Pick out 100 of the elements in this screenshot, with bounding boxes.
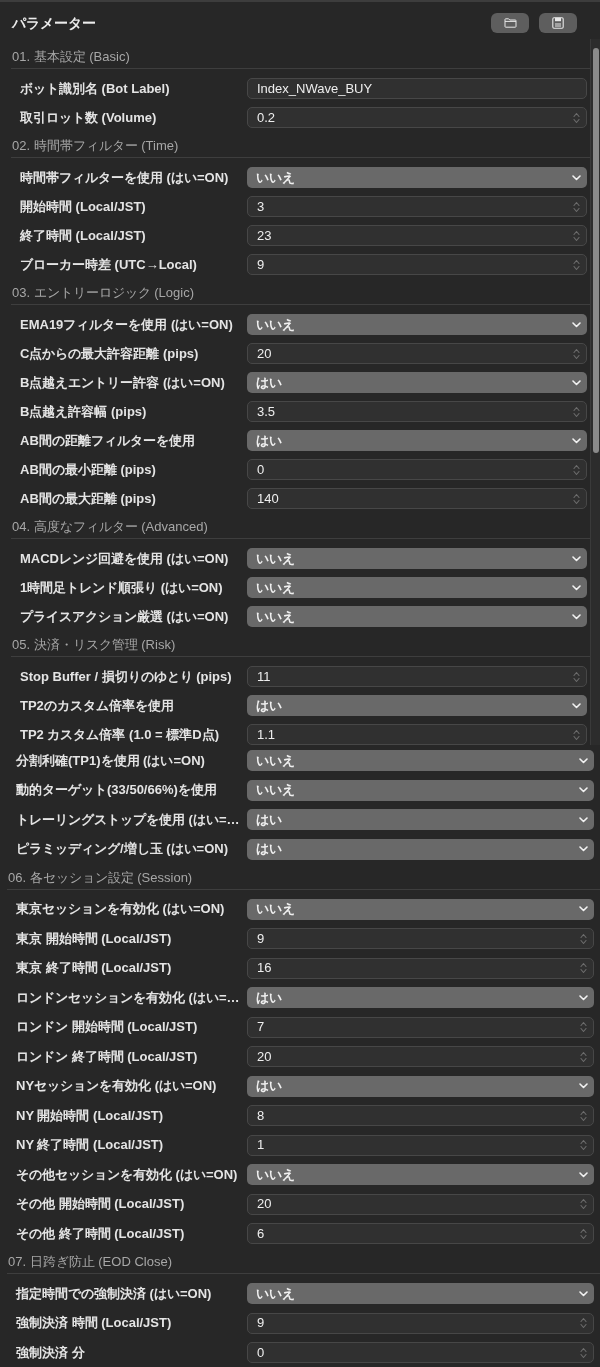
field-label: 東京 開始時間 (Local/JST) — [16, 929, 172, 948]
dropdown[interactable]: はい — [247, 809, 594, 830]
field-label: EMA19フィルターを使用 (はい=ON) — [20, 315, 233, 334]
stepper-icon[interactable] — [580, 962, 587, 974]
dropdown[interactable]: いいえ — [247, 314, 587, 335]
folder-icon — [503, 18, 517, 28]
chevron-down-icon — [579, 787, 588, 793]
chevron-down-icon — [572, 437, 581, 444]
stepper-icon[interactable] — [573, 111, 580, 124]
field-label: プライスアクション厳選 (はい=ON) — [20, 607, 229, 626]
stepper-icon[interactable] — [573, 728, 580, 741]
field-label: MACDレンジ回避を使用 (はい=ON) — [20, 549, 229, 568]
dropdown[interactable]: いいえ — [247, 1164, 594, 1185]
open-folder-button[interactable] — [491, 13, 529, 33]
field-label: その他セッションを有効化 (はい=ON) — [16, 1165, 238, 1184]
section-title: 06. 各セッション設定 (Session) — [8, 868, 193, 887]
dropdown[interactable]: いいえ — [247, 548, 587, 569]
field-label: トレーリングストップを使用 (はい=… — [16, 810, 240, 829]
field-label: B点越えエントリー許容 (はい=ON) — [20, 373, 225, 392]
chevron-down-icon — [579, 994, 588, 1001]
stepper-icon[interactable] — [580, 1139, 587, 1151]
number-field[interactable]: 1 — [247, 1134, 594, 1156]
stepper-icon[interactable] — [573, 492, 580, 505]
chevron-down-icon — [579, 757, 588, 764]
dropdown[interactable]: いいえ — [247, 577, 587, 598]
stepper-icon[interactable] — [573, 258, 580, 271]
chevron-down-icon — [572, 379, 581, 386]
number-field[interactable]: 0.2 — [247, 107, 587, 128]
number-field[interactable]: 11 — [247, 666, 587, 687]
stepper-icon[interactable] — [573, 200, 580, 213]
chevron-down-icon — [579, 846, 588, 852]
chevron-down-icon — [572, 555, 581, 562]
scrollbar-thumb[interactable] — [592, 48, 599, 453]
dropdown[interactable]: いいえ — [247, 898, 594, 920]
number-field[interactable]: 23 — [247, 225, 587, 246]
field-label: 終了時間 (Local/JST) — [20, 226, 146, 245]
field-label: 指定時間での強制決済 (はい=ON) — [16, 1284, 212, 1303]
field-label: NYセッションを有効化 (はい=ON) — [16, 1077, 217, 1095]
save-button[interactable] — [539, 13, 577, 33]
number-field[interactable]: 140 — [247, 488, 587, 509]
number-field[interactable]: 20 — [247, 1046, 594, 1067]
field-label: NY 開始時間 (Local/JST) — [16, 1106, 164, 1125]
number-field[interactable]: 8 — [247, 1105, 594, 1126]
chevron-down-icon — [572, 702, 581, 709]
number-field[interactable]: 3.5 — [247, 401, 587, 422]
dropdown[interactable]: はい — [247, 430, 587, 451]
field-label: 開始時間 (Local/JST) — [20, 197, 146, 216]
number-field[interactable]: 6 — [247, 1223, 594, 1244]
stepper-icon[interactable] — [580, 1109, 587, 1122]
chevron-down-icon — [579, 816, 588, 823]
field-label: TP2のカスタム倍率を使用 — [20, 696, 174, 715]
stepper-icon[interactable] — [573, 405, 580, 418]
dropdown[interactable]: はい — [247, 372, 587, 393]
field-label: Stop Buffer / 損切りのゆとり (pips) — [20, 667, 232, 686]
stepper-icon[interactable] — [580, 1198, 587, 1210]
stepper-icon[interactable] — [580, 1021, 587, 1033]
field-label: ブローカー時差 (UTC→Local) — [20, 255, 197, 274]
stepper-icon[interactable] — [580, 1050, 587, 1063]
number-field[interactable]: 1.1 — [247, 724, 587, 745]
number-field[interactable]: 3 — [247, 196, 587, 217]
section-title: 01. 基本設定 (Basic) — [12, 48, 130, 66]
number-field[interactable]: 9 — [247, 928, 594, 949]
number-field[interactable]: 0 — [247, 1342, 594, 1363]
stepper-icon[interactable] — [580, 1346, 587, 1359]
dropdown[interactable]: はい — [247, 987, 594, 1008]
field-label: B点越え許容幅 (pips) — [20, 402, 147, 421]
dropdown[interactable]: いいえ — [247, 167, 587, 188]
chevron-down-icon — [579, 1290, 588, 1297]
number-field[interactable]: 16 — [247, 957, 594, 979]
field-label: ボット識別名 (Bot Label) — [20, 79, 170, 98]
stepper-icon[interactable] — [580, 1227, 587, 1240]
number-field[interactable]: 20 — [247, 1193, 594, 1215]
dropdown[interactable]: はい — [247, 838, 594, 860]
dropdown[interactable]: いいえ — [247, 606, 587, 627]
stepper-icon[interactable] — [573, 463, 580, 476]
field-label: その他 終了時間 (Local/JST) — [16, 1224, 185, 1243]
field-label: ロンドンセッションを有効化 (はい=… — [16, 988, 240, 1007]
field-label: 強制決済 分 — [16, 1343, 85, 1362]
dropdown[interactable]: いいえ — [247, 779, 594, 801]
number-field[interactable]: 0 — [247, 459, 587, 480]
chevron-down-icon — [572, 613, 581, 620]
dropdown[interactable]: はい — [247, 1075, 594, 1097]
stepper-icon[interactable] — [580, 1317, 587, 1329]
field-label: ピラミッディング/増し玉 (はい=ON) — [16, 840, 228, 858]
field-label: ロンドン 開始時間 (Local/JST) — [16, 1018, 198, 1036]
number-field[interactable]: 20 — [247, 343, 587, 364]
stepper-icon[interactable] — [573, 347, 580, 360]
chevron-down-icon — [572, 584, 581, 591]
dropdown[interactable]: はい — [247, 695, 587, 716]
stepper-icon[interactable] — [573, 670, 580, 683]
number-field[interactable]: 9 — [247, 1312, 594, 1334]
stepper-icon[interactable] — [580, 932, 587, 945]
text-field[interactable]: Index_NWave_BUY — [247, 78, 587, 99]
chevron-down-icon — [579, 1083, 588, 1089]
dropdown[interactable]: いいえ — [247, 1283, 594, 1304]
field-label: その他 開始時間 (Local/JST) — [16, 1195, 185, 1213]
number-field[interactable]: 7 — [247, 1016, 594, 1038]
number-field[interactable]: 9 — [247, 254, 587, 275]
stepper-icon[interactable] — [573, 229, 580, 242]
dropdown[interactable]: いいえ — [247, 750, 594, 771]
